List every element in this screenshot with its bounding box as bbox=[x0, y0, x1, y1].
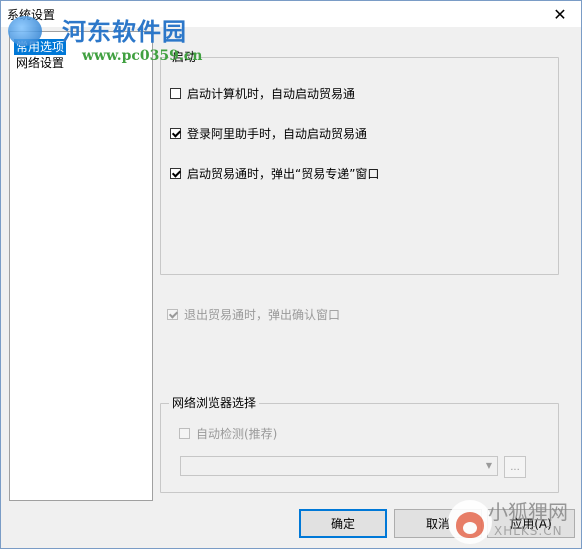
tree-item-general-options[interactable]: 常用选项 bbox=[14, 39, 67, 55]
option-popup-express[interactable]: 启动贸易通时，弹出“贸易专递”窗口 bbox=[170, 165, 379, 182]
checkbox[interactable] bbox=[170, 88, 181, 99]
ok-button[interactable]: 确定 bbox=[299, 509, 387, 538]
close-button[interactable]: ✕ bbox=[543, 2, 577, 26]
option-autostart-on-aliassistant[interactable]: 登录阿里助手时，自动启动贸易通 bbox=[170, 125, 367, 142]
browser-group-title: 网络浏览器选择 bbox=[169, 396, 260, 410]
checkbox bbox=[179, 428, 190, 439]
option-auto-detect: 自动检测(推荐) bbox=[179, 425, 277, 442]
option-label: 启动贸易通时，弹出“贸易专递”窗口 bbox=[187, 167, 380, 181]
option-label: 启动计算机时，自动启动贸易通 bbox=[187, 87, 356, 101]
chevron-down-icon: ▼ bbox=[485, 460, 493, 470]
browser-group: 网络浏览器选择 bbox=[160, 396, 559, 493]
settings-dialog: 系统设置 ✕ 常用选项 网络设置 启动 启动计算机时，自动启动贸易通 登录阿里助… bbox=[0, 0, 582, 549]
apply-button[interactable]: 应用(A) bbox=[487, 509, 575, 538]
browser-select: ▼ bbox=[180, 456, 498, 476]
option-label: 登录阿里助手时，自动启动贸易通 bbox=[187, 127, 368, 141]
startup-group-title: 启动 bbox=[169, 50, 200, 64]
checkbox bbox=[167, 309, 178, 320]
option-label: 退出贸易通时，弹出确认窗口 bbox=[184, 308, 341, 322]
tree-item-network-settings[interactable]: 网络设置 bbox=[14, 55, 66, 71]
checkbox[interactable] bbox=[170, 168, 181, 179]
option-label: 自动检测(推荐) bbox=[196, 427, 278, 441]
option-exit-confirm: 退出贸易通时，弹出确认窗口 bbox=[167, 306, 340, 323]
option-autostart-on-boot[interactable]: 启动计算机时，自动启动贸易通 bbox=[170, 85, 355, 102]
checkbox[interactable] bbox=[170, 128, 181, 139]
title-bar[interactable]: 系统设置 ✕ bbox=[1, 1, 581, 27]
window-title: 系统设置 bbox=[7, 8, 56, 22]
settings-category-tree[interactable]: 常用选项 网络设置 bbox=[9, 31, 153, 501]
cancel-button[interactable]: 取消 bbox=[394, 509, 482, 538]
browse-button: ... bbox=[504, 456, 526, 478]
